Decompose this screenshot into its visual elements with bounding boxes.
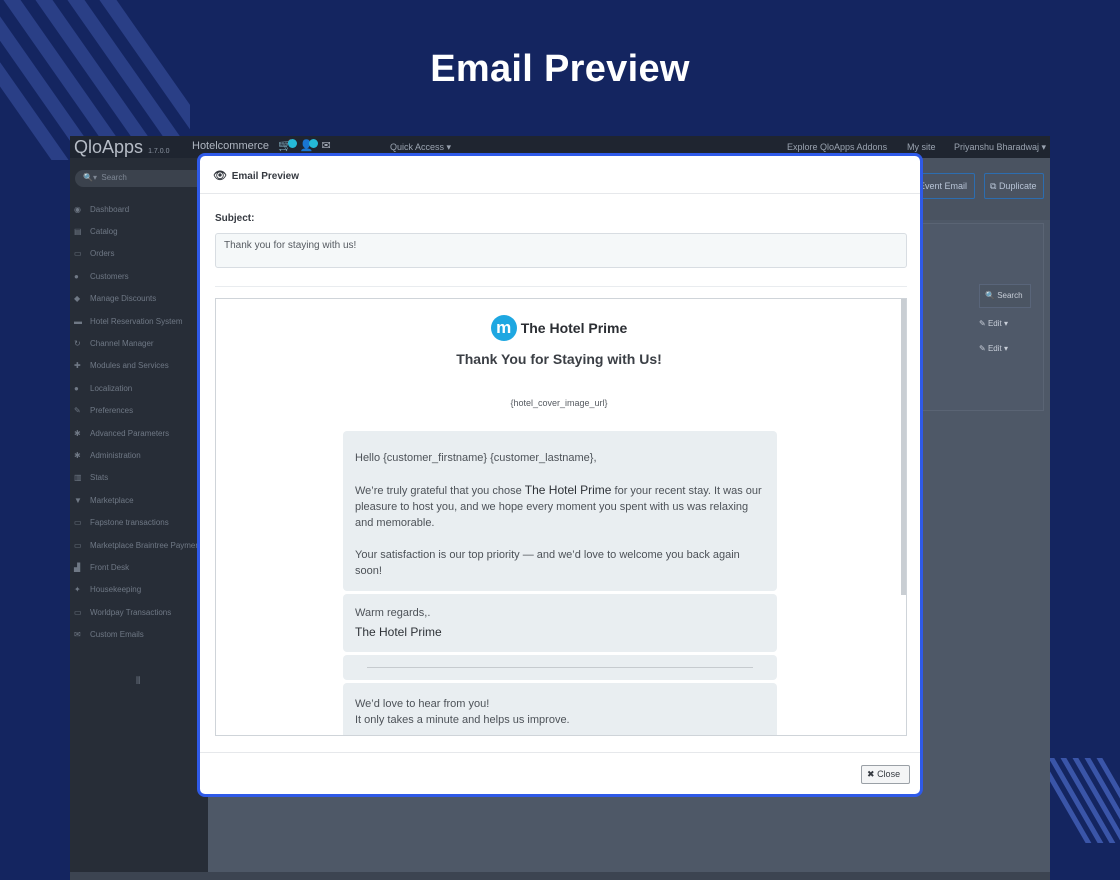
edit-button[interactable]: ✎ Edit ▾	[979, 319, 1008, 328]
bed-icon: ▬	[74, 316, 82, 326]
desk-icon: ▟	[74, 562, 81, 572]
close-icon: ✖	[867, 769, 875, 779]
topbar-notification-icons[interactable]: 🛒 👤 ✉	[278, 139, 331, 152]
feedback-line-1: We’d love to hear from you!	[355, 698, 490, 710]
globe-icon: ●	[74, 383, 79, 393]
cart-icon: ▼	[74, 495, 82, 505]
explore-addons-link[interactable]: Explore QloApps Addons	[787, 142, 887, 152]
hotel-brand: m The Hotel Prime	[216, 315, 902, 341]
sidebar-item[interactable]: ◉ Dashboard	[70, 198, 208, 220]
sidebar-search[interactable]: 🔍▾ Search	[75, 170, 205, 187]
sidebar-item[interactable]: ✦ Housekeeping	[70, 579, 208, 601]
wrench-icon: ✎	[74, 406, 81, 416]
stats-icon: ▥	[74, 473, 82, 483]
sidebar-item[interactable]: ◆ Manage Discounts	[70, 288, 208, 310]
page-heading: Email Preview	[430, 48, 690, 90]
sidebar-item[interactable]: ▭ Marketplace Braintree Payments	[70, 534, 208, 556]
sidebar-item[interactable]: ✱ Administration	[70, 444, 208, 466]
cogs-icon: ✱	[74, 428, 81, 438]
email-paragraph-1: We’re truly grateful that you chose The …	[355, 483, 762, 529]
customers-icon: ●	[74, 271, 79, 281]
duplicate-button[interactable]: ⧉ Duplicate	[984, 173, 1044, 199]
modal-title: Email Preview	[231, 171, 300, 182]
sidebar-item[interactable]: ✱ Advanced Parameters	[70, 422, 208, 444]
email-regards: Warm regards,.	[355, 607, 431, 619]
email-greeting: Hello {customer_firstname} {customer_las…	[355, 452, 597, 464]
divider	[215, 286, 907, 287]
edit-button[interactable]: ✎ Edit ▾	[979, 344, 1008, 353]
modules-icon: ✚	[74, 361, 81, 371]
shop-name[interactable]: Hotelcommerce	[192, 140, 269, 152]
broom-icon: ✦	[74, 585, 81, 595]
admin-sidebar: 🔍▾ Search ◉ Dashboard ▤ Catalog ▭ Orders ● C…	[70, 158, 208, 880]
email-signature-card: Warm regards,. The Hotel Prime	[343, 594, 777, 652]
discounts-icon: ◆	[74, 294, 81, 304]
feedback-line-2: It only takes a minute and helps us impr…	[355, 714, 570, 726]
sidebar-collapse-icon[interactable]: ⫴	[136, 676, 140, 687]
qloapps-logo[interactable]: QloApps 1.7.0.0	[74, 137, 169, 158]
list-search-button[interactable]: 🔍 Search	[979, 284, 1031, 308]
sidebar-item[interactable]: ▭ Worldpay Transactions	[70, 601, 208, 623]
my-site-link[interactable]: My site	[907, 142, 936, 152]
sidebar-item[interactable]: ▥ Stats	[70, 467, 208, 489]
quick-access-menu[interactable]: Quick Access ▾	[390, 142, 451, 153]
admin-list-panel: 🔍 Search ✎ Edit ▾ ✎ Edit ▾	[902, 223, 1044, 411]
user-menu[interactable]: Priyanshu Bharadwaj ▾	[954, 142, 1046, 153]
sidebar-item[interactable]: ▬ Hotel Reservation System	[70, 310, 208, 332]
dashboard-icon: ◉	[74, 204, 81, 214]
preview-scrollbar[interactable]	[901, 299, 906, 595]
sidebar-item[interactable]: ✚ Modules and Services	[70, 355, 208, 377]
eye-icon: 👁	[213, 170, 227, 182]
sidebar-item[interactable]: ✎ Preferences	[70, 400, 208, 422]
email-paragraph-2: Your satisfaction is our top priority — …	[355, 549, 740, 577]
sidebar-item[interactable]: ▟ Front Desk	[70, 556, 208, 578]
channel-icon: ↻	[74, 339, 81, 349]
sidebar-item[interactable]: ▤ Catalog	[70, 220, 208, 242]
email-title: Thank You for Staying with Us!	[456, 351, 662, 367]
mail-icon: ✉	[74, 630, 81, 640]
sidebar-item[interactable]: ● Localization	[70, 377, 208, 399]
sidebar-item[interactable]: ● Customers	[70, 265, 208, 287]
email-feedback-card: We’d love to hear from you! It only take…	[343, 683, 777, 735]
sidebar-menu: ◉ Dashboard ▤ Catalog ▭ Orders ● Customers ◆…	[70, 198, 208, 646]
sidebar-item[interactable]: ▭ Fapstone transactions	[70, 511, 208, 533]
admin-footer-bar	[70, 872, 1050, 880]
email-preview-frame[interactable]: m The Hotel Prime Thank You for Staying w…	[215, 298, 907, 736]
orders-icon: ▭	[74, 249, 82, 259]
email-preview-modal: 👁 Email Preview Subject: Thank you for s…	[197, 153, 923, 797]
gear-icon: ✱	[74, 450, 81, 460]
card-icon: ▭	[74, 607, 82, 617]
sidebar-item[interactable]: ↻ Channel Manager	[70, 332, 208, 354]
modal-footer: ✖ Close	[200, 752, 920, 794]
subject-field[interactable]: Thank you for staying with us!	[215, 233, 907, 268]
email-separator-line	[367, 667, 753, 668]
modal-header: 👁 Email Preview	[200, 156, 920, 194]
email-message-card: Hello {customer_firstname} {customer_las…	[343, 431, 777, 591]
cover-image-placeholder: {hotel_cover_image_url}	[510, 398, 608, 408]
email-separator-card	[343, 655, 777, 680]
sidebar-item[interactable]: ▭ Orders	[70, 243, 208, 265]
sidebar-item[interactable]: ▼ Marketplace	[70, 489, 208, 511]
hotel-logo-icon: m	[490, 315, 517, 341]
card-icon: ▭	[74, 518, 82, 528]
email-signature: The Hotel Prime	[355, 625, 442, 639]
sidebar-item[interactable]: ✉ Custom Emails	[70, 623, 208, 645]
close-button[interactable]: ✖ Close	[861, 765, 910, 784]
card-icon: ▭	[74, 540, 82, 550]
decorative-stripes-bottom-right	[1050, 758, 1120, 843]
catalog-icon: ▤	[74, 227, 82, 237]
subject-label: Subject:	[215, 213, 255, 224]
hotel-brand-name: The Hotel Prime	[520, 320, 628, 336]
